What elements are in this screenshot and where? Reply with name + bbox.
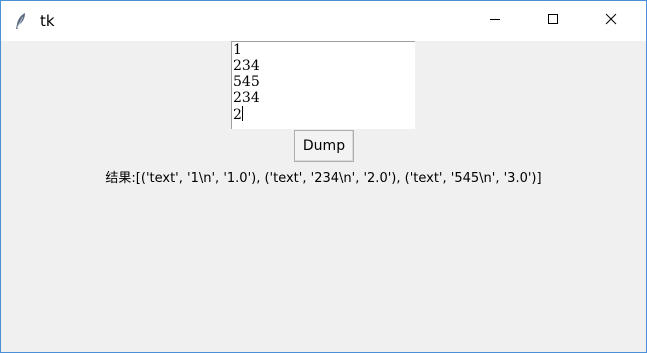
window-title: tk [40, 12, 55, 30]
close-button[interactable] [588, 1, 634, 41]
window-content: 1 234 545 234 2 Dump 结果:[('text', '1\n',… [1, 41, 646, 352]
text-line-5: 2 [232, 106, 415, 123]
text-line-5-value: 2 [233, 107, 242, 123]
text-caret [241, 106, 243, 121]
dump-button[interactable]: Dump [294, 130, 354, 162]
text-line-2: 234 [233, 58, 260, 74]
maximize-icon [547, 12, 559, 30]
title-bar[interactable]: tk [1, 1, 646, 41]
text-line-1: 1 [233, 42, 242, 58]
result-label: 结果:[('text', '1\n', '1.0'), ('text', '23… [105, 171, 542, 186]
feather-icon [13, 12, 29, 30]
app-window: tk 1 234 545 234 2 Dump 结果:[('text', '1\… [0, 0, 647, 353]
close-icon [605, 12, 617, 30]
text-line-3: 545 [233, 74, 260, 90]
minimize-button[interactable] [472, 1, 518, 41]
maximize-button[interactable] [530, 1, 576, 41]
text-widget[interactable]: 1 234 545 234 2 [231, 41, 415, 129]
minimize-icon [489, 12, 501, 30]
text-line-4: 234 [233, 90, 260, 106]
